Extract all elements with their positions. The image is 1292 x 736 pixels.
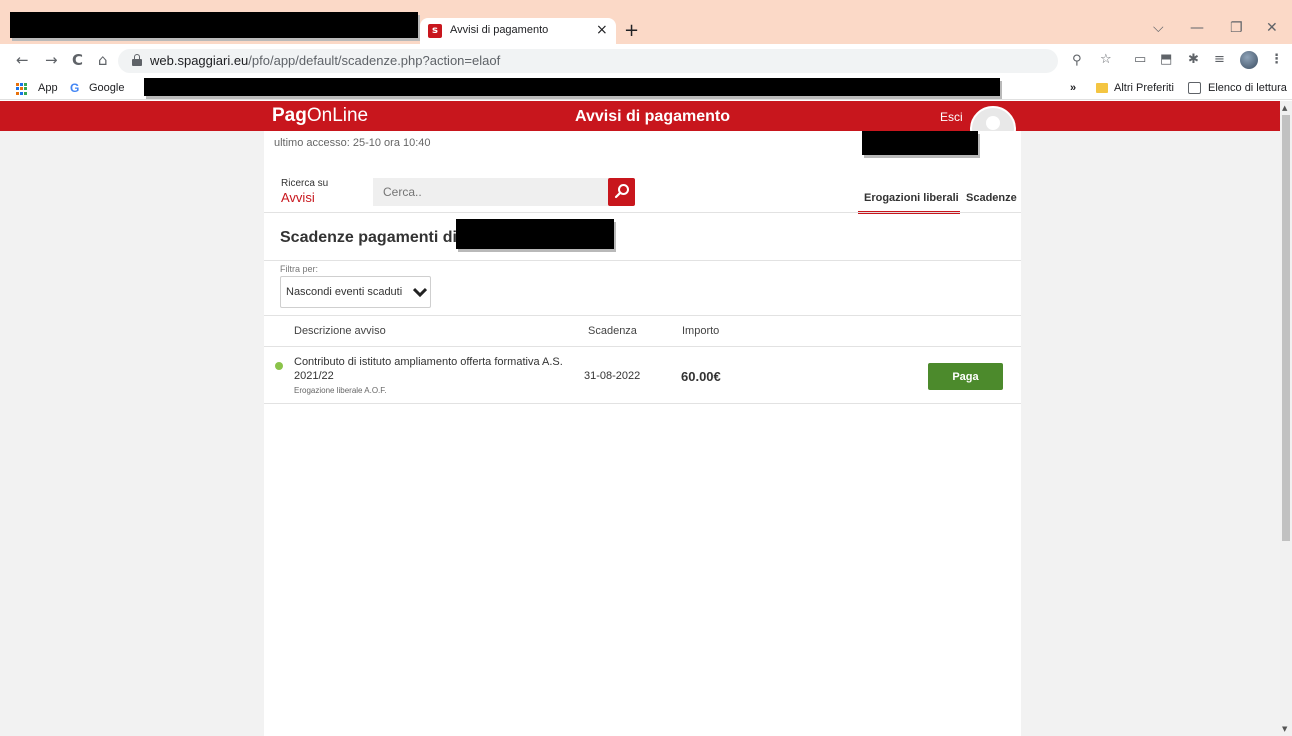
folder-icon <box>1096 83 1108 93</box>
column-header-description: Descrizione avviso <box>294 325 386 337</box>
page-scrollbar[interactable]: ▲ ▼ <box>1280 101 1292 736</box>
bookmarks-overflow-icon[interactable]: » <box>1070 82 1076 94</box>
search-button[interactable] <box>608 178 635 206</box>
tab-avvisi-di-pagamento[interactable]: s Avvisi di pagamento × <box>420 18 616 44</box>
scroll-thumb[interactable] <box>1282 115 1290 541</box>
reading-queue-icon[interactable]: ≡ <box>1214 52 1225 67</box>
column-header-due: Scadenza <box>588 325 637 337</box>
redacted-username <box>862 131 978 155</box>
filter-selected-value: Nascondi eventi scaduti <box>286 286 403 298</box>
zoom-icon[interactable]: ⚲ <box>1072 53 1082 68</box>
divider <box>264 315 1021 316</box>
scroll-down-icon[interactable]: ▼ <box>1282 725 1287 733</box>
extension-icon[interactable]: ⬒ <box>1160 52 1172 67</box>
bookmark-altri-preferiti[interactable]: Altri Preferiti <box>1114 82 1174 94</box>
search-input[interactable] <box>373 178 609 206</box>
browser-menu-icon[interactable]: ⋮ <box>1270 52 1283 67</box>
bookmark-google[interactable]: Google <box>89 82 124 94</box>
redacted-tab <box>10 12 418 38</box>
redacted-student-name <box>456 219 614 249</box>
reading-list-icon <box>1188 82 1201 94</box>
search-scope-label: Ricerca su <box>281 178 329 189</box>
row-due-date: 31-08-2022 <box>584 370 641 382</box>
logout-link[interactable]: Esci <box>940 110 963 124</box>
lock-icon[interactable] <box>132 54 142 66</box>
close-window-button[interactable]: ✕ <box>1266 20 1278 36</box>
tab-erogazioni-liberali[interactable]: Erogazioni liberali <box>864 192 959 204</box>
media-control-icon[interactable]: ▭ <box>1134 52 1146 67</box>
filter-label: Filtra per: <box>280 264 319 274</box>
page-viewport: PagOnLine Avvisi di pagamento Esci ultim… <box>0 101 1292 736</box>
filter-select[interactable]: Nascondi eventi scaduti <box>280 276 431 308</box>
spaggiari-favicon-icon: s <box>428 24 442 38</box>
tab-scadenze[interactable]: Scadenze <box>966 192 1017 204</box>
home-button[interactable]: ⌂ <box>98 51 108 69</box>
site-header: PagOnLine Avvisi di pagamento Esci <box>0 101 1280 131</box>
browser-tabstrip: s Avvisi di pagamento × + ⌵ — ❐ ✕ <box>0 0 1292 44</box>
divider <box>264 212 1021 213</box>
row-description: Contributo di istituto ampliamento offer… <box>294 356 563 382</box>
forward-button[interactable]: → <box>45 51 58 69</box>
restore-button[interactable]: ❐ <box>1230 20 1243 36</box>
tab-title: Avvisi di pagamento <box>450 24 549 36</box>
column-header-amount: Importo <box>682 325 720 337</box>
main-panel: ultimo accesso: 25-10 ora 10:40 Ricerca … <box>264 131 1021 736</box>
tab-close-icon[interactable]: × <box>596 22 608 38</box>
apps-grid-icon[interactable] <box>16 83 28 95</box>
row-subtitle: Erogazione liberale A.O.F. <box>294 386 387 395</box>
extensions-puzzle-icon[interactable]: ✱ <box>1188 52 1199 67</box>
row-amount: 60.00€ <box>681 369 721 384</box>
pay-button[interactable]: Paga <box>928 363 1003 390</box>
scroll-up-icon[interactable]: ▲ <box>1282 104 1287 112</box>
status-dot-icon <box>275 362 283 370</box>
profile-avatar-icon[interactable] <box>1240 51 1258 69</box>
address-bar[interactable]: web.spaggiari.eu/pfo/app/default/scadenz… <box>118 49 1082 73</box>
new-tab-button[interactable]: + <box>624 20 639 41</box>
divider <box>264 260 1021 261</box>
reading-list-button[interactable]: Elenco di lettura <box>1208 82 1287 94</box>
tab-search-icon[interactable]: ⌵ <box>1153 20 1164 36</box>
table-row: Contributo di istituto ampliamento offer… <box>264 347 1021 404</box>
last-access-text: ultimo accesso: 25-10 ora 10:40 <box>274 137 431 149</box>
minimize-button[interactable]: — <box>1190 20 1204 36</box>
browser-toolbar: ← → C ⌂ web.spaggiari.eu/pfo/app/default… <box>0 44 1292 78</box>
redacted-bookmarks <box>144 78 1000 96</box>
search-icon <box>614 184 629 199</box>
bookmarks-bar: App G Google » Altri Preferiti Elenco di… <box>0 78 1292 100</box>
chevron-down-icon <box>413 287 427 298</box>
divider <box>264 403 1021 404</box>
google-logo-icon: G <box>70 81 80 95</box>
bookmark-apps[interactable]: App <box>38 82 58 94</box>
page-title: Avvisi di pagamento <box>575 108 730 125</box>
search-scope-value: Avvisi <box>281 190 315 205</box>
bookmark-star-icon[interactable]: ☆ <box>1100 52 1112 67</box>
reload-button[interactable]: C <box>72 51 83 69</box>
section-title: Scadenze pagamenti di <box>280 229 457 246</box>
back-button[interactable]: ← <box>16 51 29 69</box>
pagonline-logo[interactable]: PagOnLine <box>272 105 368 127</box>
url-text: web.spaggiari.eu/pfo/app/default/scadenz… <box>150 53 501 68</box>
